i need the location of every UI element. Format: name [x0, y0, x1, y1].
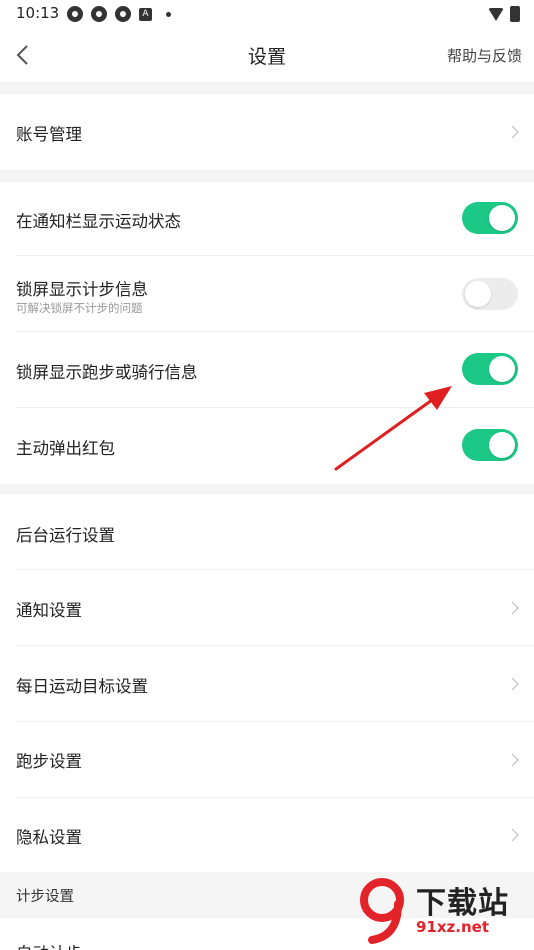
toggle-knob: [465, 281, 491, 307]
chevron-right-icon: [511, 125, 520, 139]
notify-bar-sport-status-row: 在通知栏显示运动状态: [0, 182, 534, 256]
notification-settings-row[interactable]: 通知设置: [0, 570, 534, 646]
a-notification-icon: A: [139, 7, 152, 21]
battery-icon: [510, 6, 520, 22]
system-icons: [488, 6, 520, 22]
wifi-icon: [488, 7, 504, 21]
row-label: 自动计步: [16, 940, 82, 950]
account-management-row[interactable]: 账号管理: [0, 94, 534, 170]
chevron-right-icon: [511, 828, 520, 842]
privacy-settings-row[interactable]: 隐私设置: [0, 798, 534, 872]
status-time: 10:13: [16, 4, 60, 22]
row-label: 账号管理: [16, 125, 82, 144]
more-dot-icon: [166, 11, 171, 17]
section-label: 计步设置: [16, 889, 74, 905]
background-run-settings-row[interactable]: 后台运行设置: [0, 494, 534, 570]
watermark: 下载站 91xz.net: [354, 870, 534, 950]
watermark-title: 下载站: [416, 886, 509, 921]
row-label: 每日运动目标设置: [16, 677, 148, 696]
app-notification-icon: [91, 6, 107, 22]
notify-bar-toggle[interactable]: [462, 202, 518, 234]
toggle-knob: [489, 205, 515, 231]
toggle-knob: [489, 356, 515, 382]
red-packet-toggle[interactable]: [462, 429, 518, 461]
section-gap: [0, 82, 534, 94]
section-gap: [0, 484, 534, 494]
watermark-url: 91xz.net: [416, 918, 490, 936]
settings-screen: 10:13 A 设置 帮助与反馈 账号管理 在通知栏显示运动状态 锁屏显示计步信…: [0, 0, 534, 950]
help-feedback-link[interactable]: 帮助与反馈: [447, 45, 522, 66]
row-label: 后台运行设置: [16, 526, 115, 545]
toggle-knob: [489, 432, 515, 458]
app-header: 设置 帮助与反馈: [0, 30, 534, 82]
app-notification-icon: [115, 6, 131, 22]
row-label: 锁屏显示计步信息: [16, 280, 148, 299]
row-label: 隐私设置: [16, 828, 82, 847]
lockscreen-steps-toggle[interactable]: [462, 278, 518, 310]
status-bar: 10:13 A: [0, 0, 534, 30]
chevron-right-icon: [511, 601, 520, 615]
lockscreen-steps-row: 锁屏显示计步信息 可解决锁屏不计步的问题: [0, 256, 534, 332]
running-settings-row[interactable]: 跑步设置: [0, 722, 534, 798]
row-label: 跑步设置: [16, 752, 82, 771]
watermark-logo: [360, 878, 404, 944]
row-label: 锁屏显示跑步或骑行信息: [16, 363, 198, 382]
row-label: 通知设置: [16, 601, 82, 620]
chevron-right-icon: [511, 753, 520, 767]
chevron-right-icon: [511, 677, 520, 691]
daily-goal-settings-row[interactable]: 每日运动目标设置: [0, 646, 534, 722]
lockscreen-run-ride-row: 锁屏显示跑步或骑行信息: [0, 332, 534, 408]
notification-icons: A: [67, 6, 171, 22]
lockscreen-run-toggle[interactable]: [462, 353, 518, 385]
app-notification-icon: [67, 6, 83, 22]
row-sublabel: 可解决锁屏不计步的问题: [16, 301, 143, 315]
row-label: 在通知栏显示运动状态: [16, 212, 181, 231]
row-label: 主动弹出红包: [16, 439, 115, 458]
red-packet-popup-row: 主动弹出红包: [0, 408, 534, 484]
section-gap: [0, 170, 534, 182]
